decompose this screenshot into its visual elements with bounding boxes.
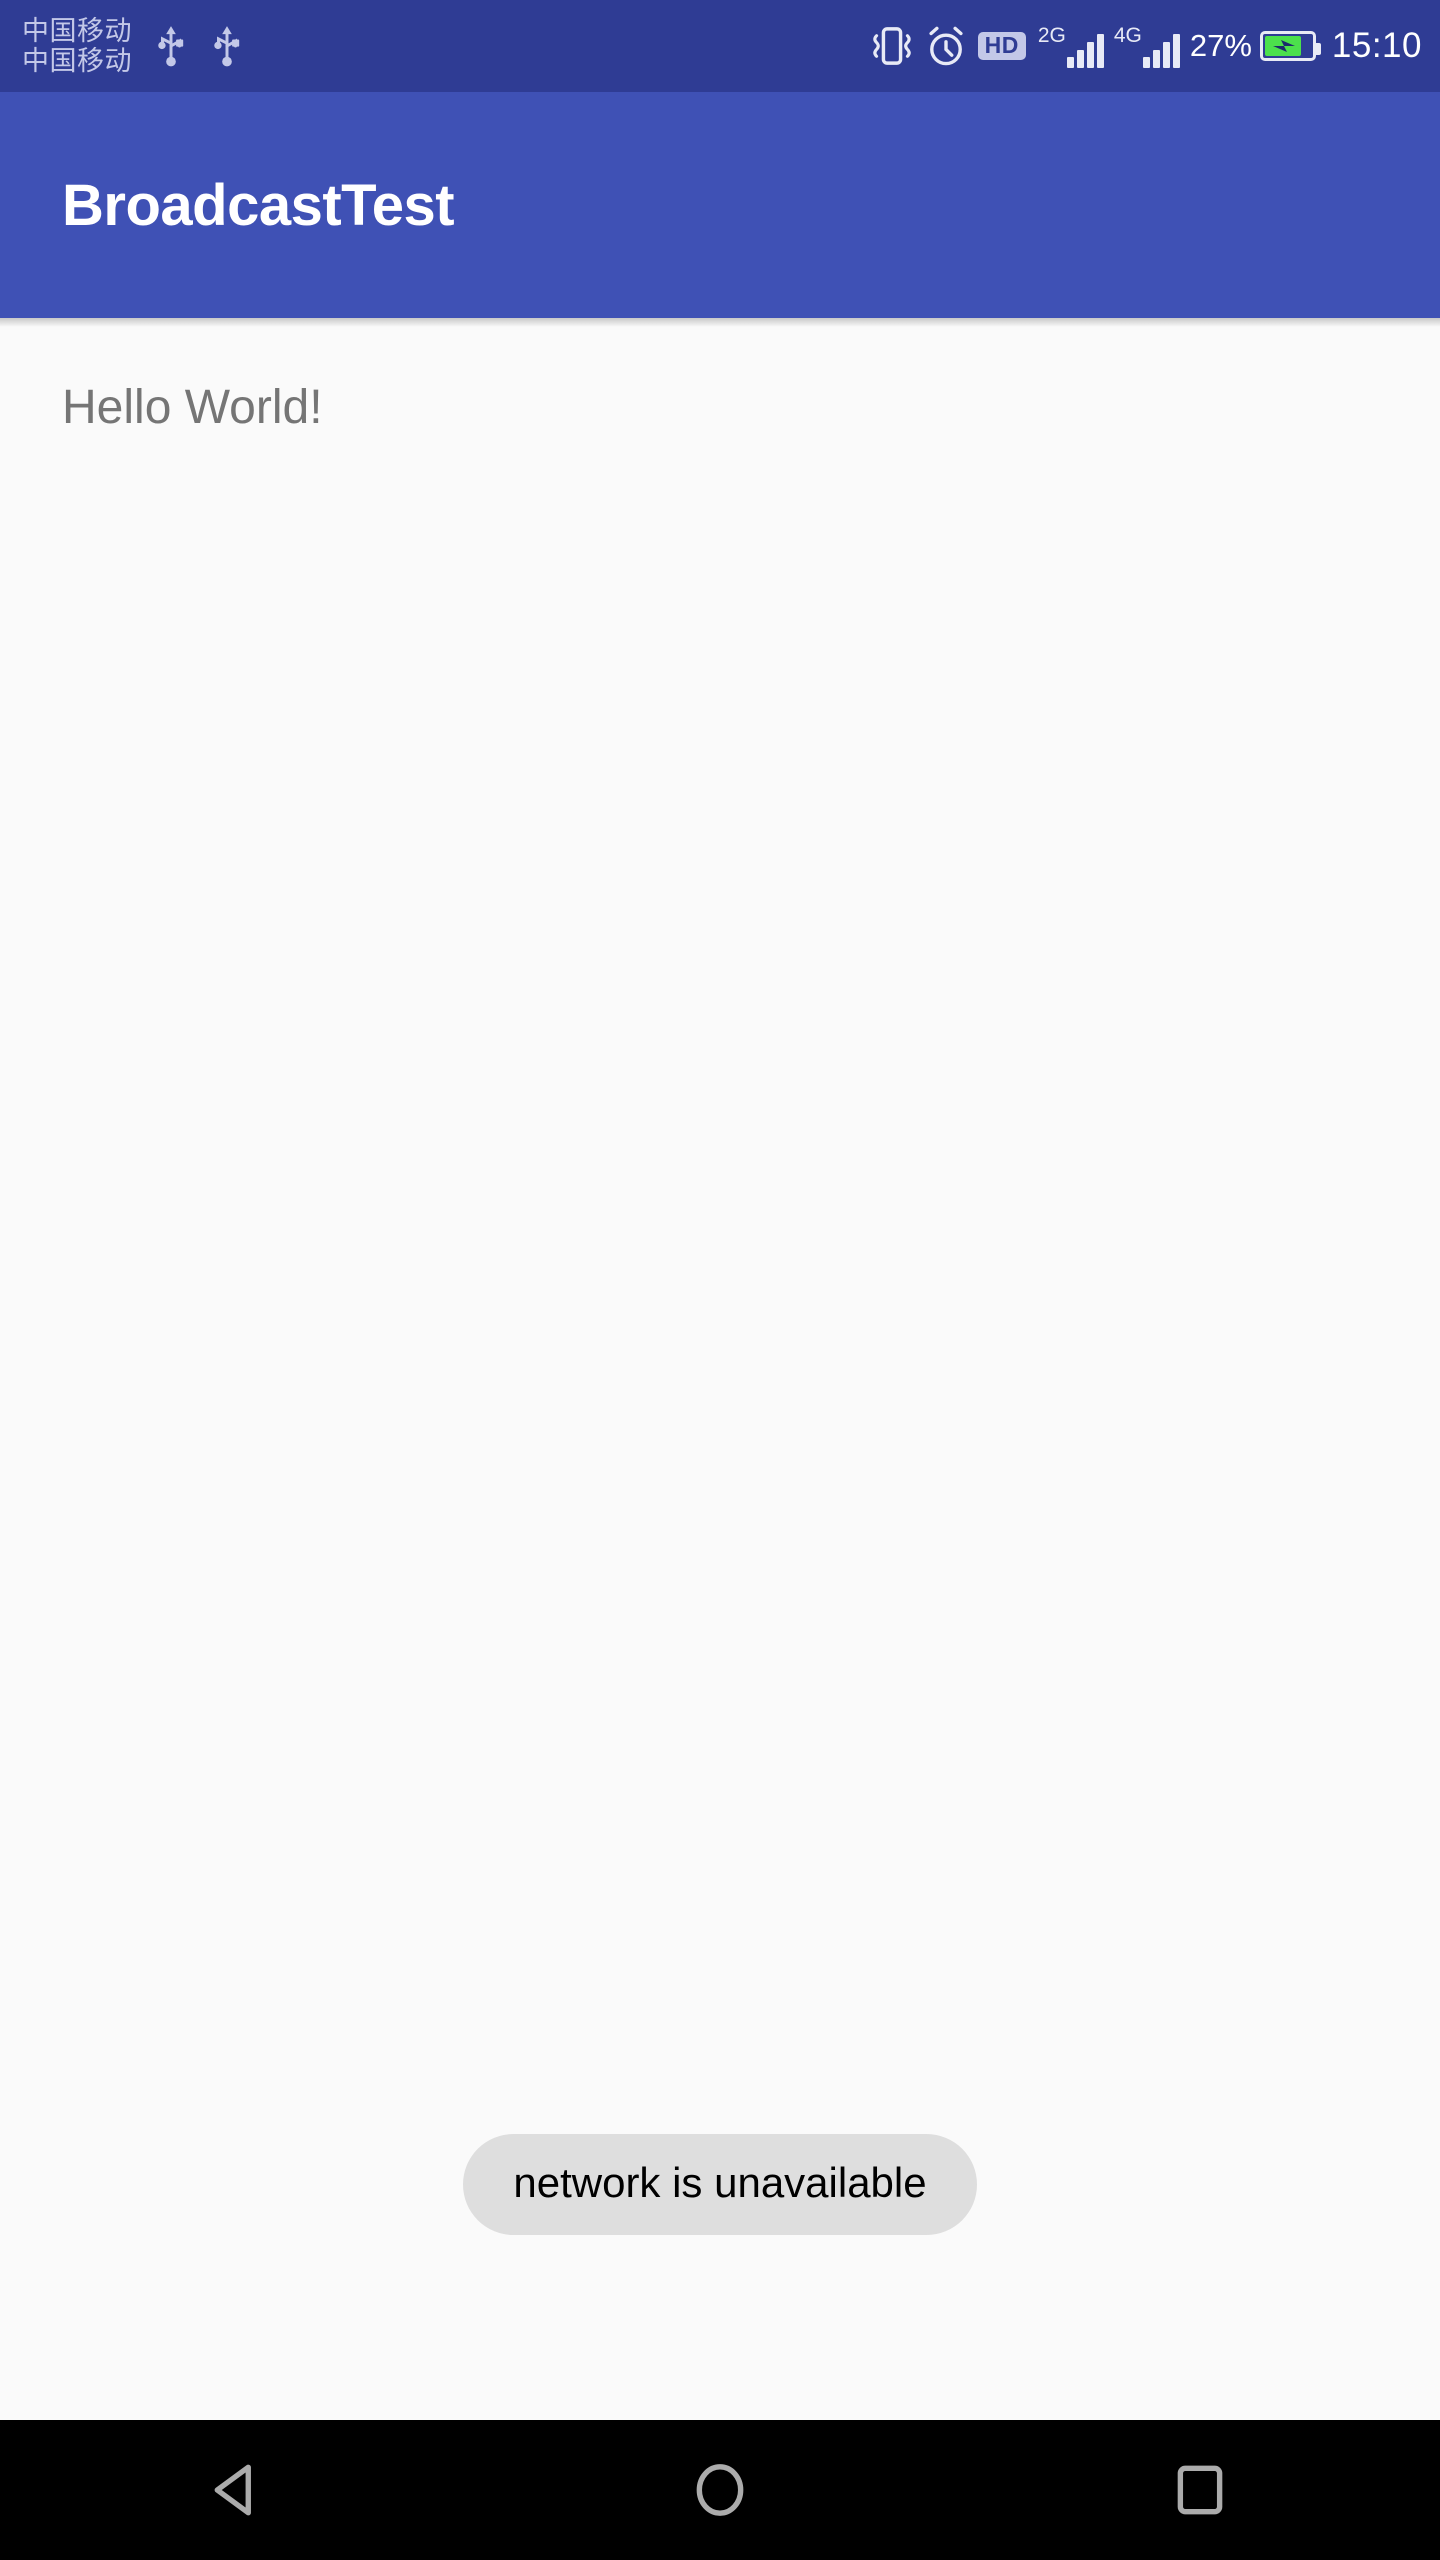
usb-icon	[158, 26, 184, 67]
carrier-label-sim1: 中国移动	[22, 15, 132, 46]
navigation-bar	[0, 2420, 1440, 2560]
home-button[interactable]	[620, 2420, 820, 2560]
page-title: BroadcastTest	[62, 172, 455, 238]
battery-charging-icon	[1259, 31, 1321, 61]
status-bar-right: HD 2G 4G 27% 15:10	[868, 23, 1422, 69]
signal-bars	[1142, 32, 1180, 68]
network-generation-label: 4G	[1113, 23, 1142, 47]
triangle-left-icon	[214, 2464, 251, 2516]
app-bar: BroadcastTest	[0, 92, 1440, 327]
signal-indicator-4g: 4G	[1114, 25, 1180, 68]
recents-button[interactable]	[1100, 2420, 1300, 2560]
status-bar-clock: 15:10	[1331, 26, 1422, 65]
hello-world-text: Hello World!	[62, 381, 323, 434]
alarm-clock-icon	[929, 26, 963, 66]
network-generation-label: 2G	[1037, 23, 1066, 47]
status-bar: 中国移动 中国移动 HD 2G 4G 27% 15:10	[0, 0, 1440, 92]
battery-percent-label: 27%	[1189, 28, 1252, 63]
carrier-labels: 中国移动 中国移动	[22, 16, 132, 76]
signal-bars	[1066, 32, 1104, 68]
usb-icon-group	[154, 23, 244, 69]
charging-bolt-icon	[1272, 40, 1295, 52]
main-content: Hello World! network is unavailable	[0, 318, 1440, 2420]
phone-screen: 中国移动 中国移动 HD 2G 4G 27% 15:10 BroadcastTe…	[0, 0, 1440, 2560]
vibrate-icon	[872, 27, 911, 65]
usb-icon	[214, 26, 240, 67]
toast-message: network is unavailable	[463, 2134, 977, 2235]
circle-icon	[696, 2464, 744, 2516]
signal-indicator-2g: 2G	[1038, 25, 1104, 68]
toast-layer: network is unavailable	[0, 318, 1440, 2420]
back-button[interactable]	[140, 2420, 340, 2560]
hd-badge: HD	[977, 32, 1026, 60]
square-icon	[1177, 2465, 1223, 2515]
status-bar-left: 中国移动 中国移动	[22, 16, 244, 76]
carrier-label-sim2: 中国移动	[22, 46, 132, 76]
